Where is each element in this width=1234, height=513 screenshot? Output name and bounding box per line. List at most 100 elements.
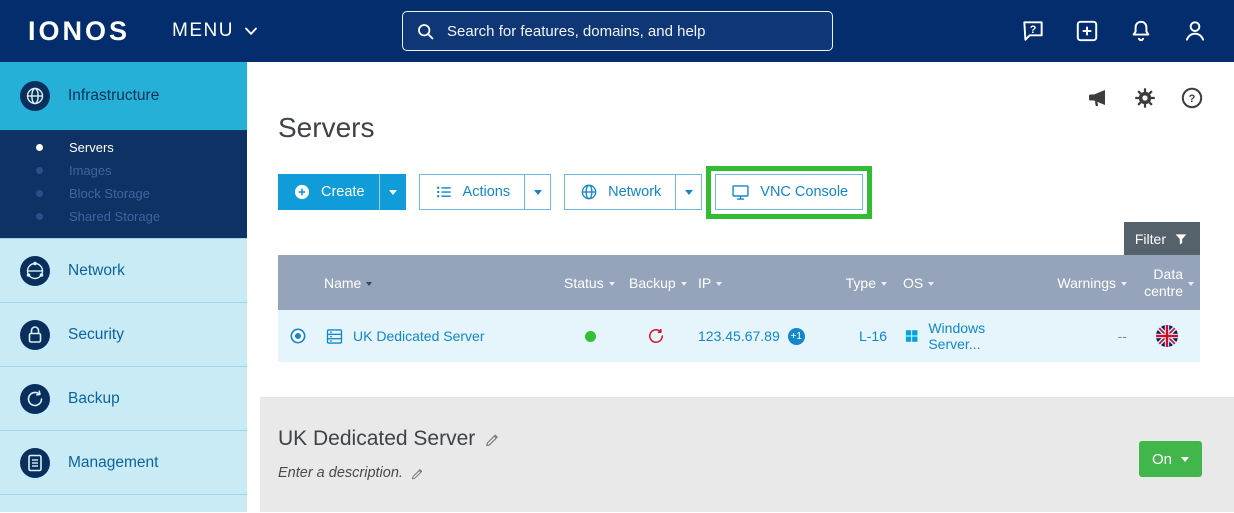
actions-dropdown-button[interactable] — [524, 174, 551, 210]
lock-icon — [19, 319, 51, 351]
row-select-cell — [278, 310, 318, 362]
vnc-console-wrap: VNC Console — [715, 174, 863, 210]
vnc-console-button[interactable]: VNC Console — [715, 174, 863, 210]
bell-icon — [1128, 18, 1154, 44]
network-dropdown-button[interactable] — [675, 174, 702, 210]
sidebar-item-backup[interactable]: Backup — [0, 366, 247, 430]
create-button-group: Create — [278, 174, 406, 210]
servers-table: Name Status Backup IP Type — [278, 255, 1200, 362]
radio-selected-icon[interactable] — [288, 326, 308, 346]
create-dropdown-button[interactable] — [379, 174, 406, 210]
server-name-heading: UK Dedicated Server — [278, 427, 475, 451]
notifications-button[interactable] — [1128, 18, 1154, 44]
sort-icon — [609, 282, 615, 286]
page-action-icons: ? — [1086, 86, 1204, 110]
sort-icon — [716, 282, 722, 286]
actions-button-group: Actions — [419, 174, 552, 210]
server-type: L-16 — [859, 328, 887, 344]
sidebar-item-label: Management — [68, 454, 158, 472]
help-button[interactable]: ? — [1020, 18, 1046, 44]
create-label: Create — [321, 184, 365, 200]
sidebar-item-label: Infrastructure — [68, 87, 159, 105]
sidebar-subitem-block-storage[interactable]: Block Storage — [0, 182, 247, 205]
sidebar-subitem-shared-storage[interactable]: Shared Storage — [0, 205, 247, 228]
sidebar-item-security[interactable]: Security — [0, 302, 247, 366]
list-icon — [434, 182, 454, 202]
warnings-value: -- — [1118, 328, 1127, 344]
header-icons: ? — [1020, 0, 1208, 62]
edit-name-pencil-icon[interactable] — [484, 431, 501, 448]
edit-description-pencil-icon[interactable] — [410, 466, 425, 481]
server-icon — [324, 326, 345, 347]
user-icon — [1182, 18, 1208, 44]
announcements-button[interactable] — [1086, 86, 1110, 110]
caret-down-icon — [685, 190, 693, 195]
filter-label: Filter — [1135, 231, 1166, 247]
sort-icon — [881, 282, 887, 286]
table-header-row: Name Status Backup IP Type — [278, 255, 1200, 310]
settings-button[interactable] — [1133, 86, 1157, 110]
add-product-button[interactable] — [1074, 18, 1100, 44]
monitor-icon — [730, 182, 751, 203]
account-button[interactable] — [1182, 18, 1208, 44]
infrastructure-submenu: Servers Images Block Storage Shared Stor… — [0, 130, 247, 238]
table-row[interactable]: UK Dedicated Server 123.45.67.89 +1 L-16 — [278, 310, 1200, 362]
sort-icon — [1121, 282, 1127, 286]
sort-icon — [366, 282, 372, 286]
actions-button[interactable]: Actions — [419, 174, 525, 210]
help-bubble-icon: ? — [1020, 18, 1046, 44]
top-bar: IONOS MENU ? — [0, 0, 1234, 62]
description-placeholder: Enter a description. — [278, 465, 403, 481]
ip-count-badge[interactable]: +1 — [788, 328, 805, 345]
ip-address[interactable]: 123.45.67.89 — [698, 328, 780, 344]
sidebar-item-infrastructure[interactable]: Infrastructure — [0, 62, 247, 130]
sidebar-item-network[interactable]: Network — [0, 238, 247, 302]
page-help-button[interactable]: ? — [1180, 86, 1204, 110]
bullet-icon — [36, 167, 43, 174]
vnc-console-label: VNC Console — [760, 184, 848, 200]
globe-icon — [579, 182, 599, 202]
column-header-os[interactable]: OS — [893, 255, 1043, 310]
column-header-name[interactable]: Name — [318, 255, 558, 310]
bullet-icon — [36, 190, 43, 197]
filter-button[interactable]: Filter — [1124, 222, 1200, 255]
sidebar-subitem-servers[interactable]: Servers — [0, 136, 247, 159]
caret-down-icon — [389, 190, 397, 195]
column-header-type[interactable]: Type — [833, 255, 893, 310]
sidebar-subitem-images[interactable]: Images — [0, 159, 247, 182]
os-name: Windows Server... — [928, 320, 1037, 352]
svg-text:?: ? — [1189, 93, 1196, 105]
sidebar-divider — [0, 494, 247, 513]
bullet-icon — [36, 213, 43, 220]
app-root: IONOS MENU ? Infrastruct — [0, 0, 1234, 512]
search-box — [402, 11, 833, 51]
column-header-status[interactable]: Status — [558, 255, 623, 310]
row-data-centre-cell — [1133, 310, 1200, 362]
subitem-label: Images — [69, 163, 112, 178]
power-status-button[interactable]: On — [1139, 441, 1202, 477]
sidebar-item-management[interactable]: Management — [0, 430, 247, 494]
ionos-logo[interactable]: IONOS — [28, 16, 130, 47]
network-button[interactable]: Network — [564, 174, 675, 210]
row-status-cell — [558, 310, 623, 362]
menu-button[interactable]: MENU — [172, 20, 261, 42]
create-button[interactable]: Create — [278, 174, 379, 210]
row-warnings-cell: -- — [1043, 310, 1133, 362]
column-header-warnings[interactable]: Warnings — [1043, 255, 1133, 310]
help-circle-icon: ? — [1180, 86, 1204, 110]
caret-down-icon — [1181, 457, 1189, 462]
column-header-backup[interactable]: Backup — [623, 255, 688, 310]
row-ip-cell: 123.45.67.89 +1 — [688, 310, 833, 362]
server-name-link[interactable]: UK Dedicated Server — [353, 328, 485, 344]
subitem-label: Shared Storage — [69, 209, 160, 224]
page-title: Servers — [278, 112, 374, 144]
column-header-data-centre[interactable]: Data centre — [1133, 255, 1200, 310]
network-icon — [19, 255, 51, 287]
column-header-ip[interactable]: IP — [688, 255, 833, 310]
search-input[interactable] — [445, 22, 820, 41]
gear-icon — [1133, 86, 1157, 110]
bullet-icon — [36, 144, 43, 151]
menu-label: MENU — [172, 20, 234, 42]
network-button-group: Network — [564, 174, 702, 210]
windows-logo-icon — [903, 327, 920, 345]
